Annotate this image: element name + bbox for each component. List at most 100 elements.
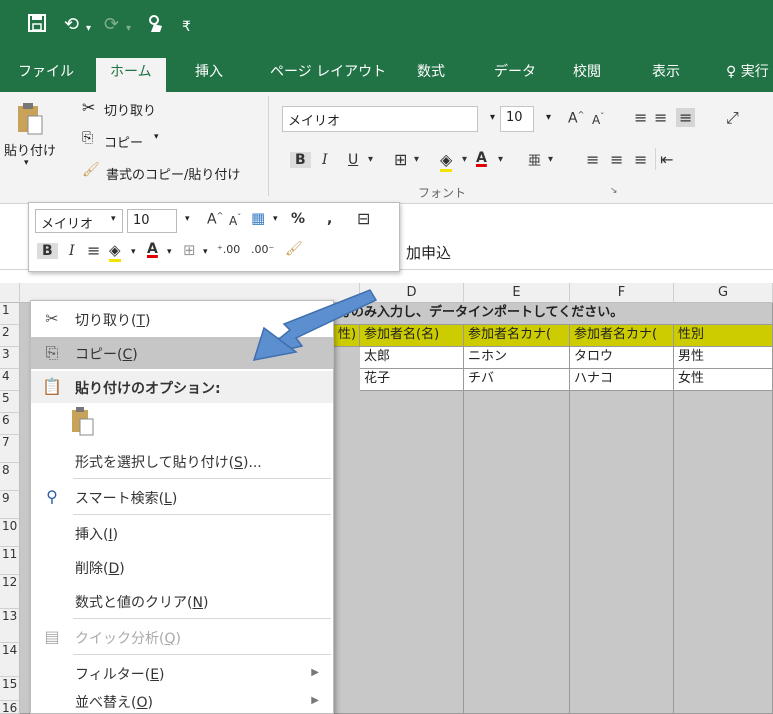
paste-button[interactable]: 貼り付け ▾ bbox=[4, 98, 56, 168]
chevron-down-icon[interactable]: ▾ bbox=[131, 247, 136, 257]
select-all-corner[interactable] bbox=[0, 283, 20, 303]
cell-header[interactable]: 参加者名カナ( bbox=[464, 325, 570, 347]
row-header[interactable]: 4 bbox=[0, 369, 20, 391]
formula-content[interactable]: 加申込 bbox=[406, 242, 451, 263]
row-header[interactable]: 16 bbox=[0, 701, 20, 714]
comma-button[interactable]: , bbox=[327, 211, 332, 227]
column-header-f[interactable]: F bbox=[570, 283, 674, 303]
menu-item-smart-lookup[interactable]: ⚲ スマート検索(L) bbox=[31, 481, 333, 513]
decrease-indent-icon[interactable]: ⇤ bbox=[660, 150, 673, 169]
increase-decimal-icon[interactable]: ⁺.00 bbox=[217, 243, 240, 256]
row-header[interactable]: 9 bbox=[0, 491, 20, 519]
cell[interactable]: 男性 bbox=[674, 347, 773, 369]
percent-button[interactable]: % bbox=[291, 211, 305, 227]
borders-icon[interactable]: ⊞ bbox=[394, 150, 407, 169]
chevron-down-icon[interactable]: ▾ bbox=[368, 154, 373, 165]
cell[interactable]: チバ bbox=[464, 369, 570, 391]
cell-header[interactable]: 参加者名カナ( bbox=[570, 325, 674, 347]
dialog-launcher-icon[interactable]: ↘ bbox=[610, 186, 618, 196]
cell[interactable]: 女性 bbox=[674, 369, 773, 391]
tab-insert[interactable]: 挿入 bbox=[195, 62, 223, 82]
font-name-box[interactable]: メイリオ bbox=[282, 106, 478, 132]
mini-bold-button[interactable]: B bbox=[37, 243, 58, 259]
chevron-down-icon[interactable]: ▾ bbox=[548, 154, 553, 165]
mini-font-name-box[interactable]: メイリオ bbox=[35, 209, 123, 233]
chevron-down-icon[interactable]: ▾ bbox=[273, 214, 278, 224]
column-header-e[interactable]: E bbox=[464, 283, 570, 303]
tab-page-layout[interactable]: ページ レイアウト bbox=[270, 62, 386, 82]
number-format-icon[interactable]: ▦ bbox=[251, 209, 265, 227]
row-header[interactable]: 11 bbox=[0, 547, 20, 575]
tab-data[interactable]: データ bbox=[494, 62, 536, 82]
cell-row1-title[interactable]: 方のみ入力し、データインポートしてください。 bbox=[334, 303, 773, 325]
row-header[interactable]: 3 bbox=[0, 347, 20, 369]
mini-font-size-box[interactable]: 10 bbox=[127, 209, 177, 233]
increase-font-icon[interactable]: A^ bbox=[568, 110, 584, 127]
decrease-font-icon[interactable]: Aˇ bbox=[229, 213, 241, 228]
row-header[interactable]: 12 bbox=[0, 575, 20, 609]
row-header[interactable]: 8 bbox=[0, 463, 20, 491]
save-icon[interactable] bbox=[28, 14, 46, 38]
menu-item-clear-contents[interactable]: 数式と値のクリア(N) bbox=[31, 585, 333, 617]
row-header[interactable]: 2 bbox=[0, 325, 20, 347]
align-middle-icon[interactable]: ≡ bbox=[654, 108, 667, 127]
mini-fill-color-icon[interactable]: ◈ bbox=[109, 241, 121, 262]
phonetic-icon[interactable]: 亜 bbox=[528, 150, 541, 169]
orientation-icon[interactable]: ⤢ bbox=[726, 108, 739, 128]
undo-icon[interactable]: ⟲ bbox=[64, 14, 79, 36]
chevron-down-icon[interactable]: ▾ bbox=[111, 214, 116, 224]
redo-icon[interactable]: ⟳ bbox=[104, 14, 119, 36]
cell-column-f[interactable] bbox=[570, 391, 674, 714]
cell-column-e[interactable] bbox=[464, 391, 570, 714]
mini-font-color-icon[interactable]: A bbox=[147, 241, 158, 257]
menu-item-insert[interactable]: 挿入(I) bbox=[31, 517, 333, 549]
chevron-down-icon[interactable]: ▾ bbox=[414, 154, 419, 165]
row-header[interactable]: 13 bbox=[0, 609, 20, 643]
chevron-down-icon[interactable]: ▾ bbox=[203, 247, 208, 257]
align-bottom-icon[interactable]: ≡ bbox=[676, 108, 696, 127]
row-header[interactable]: 7 bbox=[0, 435, 20, 463]
row-header[interactable]: 5 bbox=[0, 391, 20, 413]
mini-center-icon[interactable]: ≡ bbox=[87, 241, 100, 260]
tab-home[interactable]: ホーム bbox=[96, 58, 166, 92]
tab-view[interactable]: 表示 bbox=[652, 62, 680, 82]
cell[interactable]: ニホン bbox=[464, 347, 570, 369]
paste-option-button[interactable] bbox=[71, 407, 99, 439]
font-size-box[interactable]: 10 bbox=[500, 106, 534, 132]
row-header[interactable]: 6 bbox=[0, 413, 20, 435]
chevron-down-icon[interactable]: ▾ bbox=[185, 214, 190, 224]
chevron-down-icon[interactable]: ▾ bbox=[167, 247, 172, 257]
customize-qat-icon[interactable]: ₹ bbox=[182, 16, 191, 38]
menu-item-delete[interactable]: 削除(D) bbox=[31, 551, 333, 583]
fill-color-icon[interactable]: ◈ bbox=[440, 150, 453, 172]
redo-dropdown-icon[interactable]: ▾ bbox=[126, 18, 131, 40]
tab-file[interactable]: ファイル bbox=[18, 62, 74, 82]
cell[interactable]: ハナコ bbox=[570, 369, 674, 391]
touch-mode-icon[interactable] bbox=[146, 14, 166, 40]
tab-formulas[interactable]: 数式 bbox=[417, 62, 445, 82]
mini-italic-button[interactable]: I bbox=[69, 243, 75, 259]
menu-item-paste-special[interactable]: 形式を選択して貼り付け(S)... bbox=[31, 445, 333, 477]
decrease-decimal-icon[interactable]: .00⁻ bbox=[251, 243, 274, 256]
undo-dropdown-icon[interactable]: ▾ bbox=[86, 18, 91, 40]
cell[interactable]: タロウ bbox=[570, 347, 674, 369]
font-color-icon[interactable]: A bbox=[476, 150, 487, 166]
align-right-icon[interactable]: ≡ bbox=[634, 150, 647, 169]
chevron-down-icon[interactable]: ▾ bbox=[490, 112, 495, 123]
cell-header[interactable]: 性別 bbox=[674, 325, 773, 347]
chevron-down-icon[interactable]: ▾ bbox=[498, 154, 503, 165]
align-top-icon[interactable]: ≡ bbox=[634, 108, 647, 127]
row-header[interactable]: 14 bbox=[0, 643, 20, 677]
mini-format-painter-icon[interactable]: 🖌 bbox=[285, 241, 303, 257]
bold-button[interactable]: B bbox=[290, 152, 311, 168]
row-header[interactable]: 10 bbox=[0, 519, 20, 547]
increase-font-icon[interactable]: A^ bbox=[207, 211, 223, 228]
menu-item-sort[interactable]: 並べ替え(O) ▶ bbox=[31, 685, 333, 714]
column-header-g[interactable]: G bbox=[674, 283, 773, 303]
merge-center-icon[interactable]: ⊟ bbox=[357, 209, 370, 228]
chevron-down-icon[interactable]: ▾ bbox=[546, 112, 551, 123]
underline-button[interactable]: U bbox=[348, 152, 358, 168]
align-center-icon[interactable]: ≡ bbox=[610, 150, 623, 169]
mini-borders-icon[interactable]: ⊞ bbox=[183, 241, 196, 259]
row-header[interactable]: 15 bbox=[0, 677, 20, 701]
